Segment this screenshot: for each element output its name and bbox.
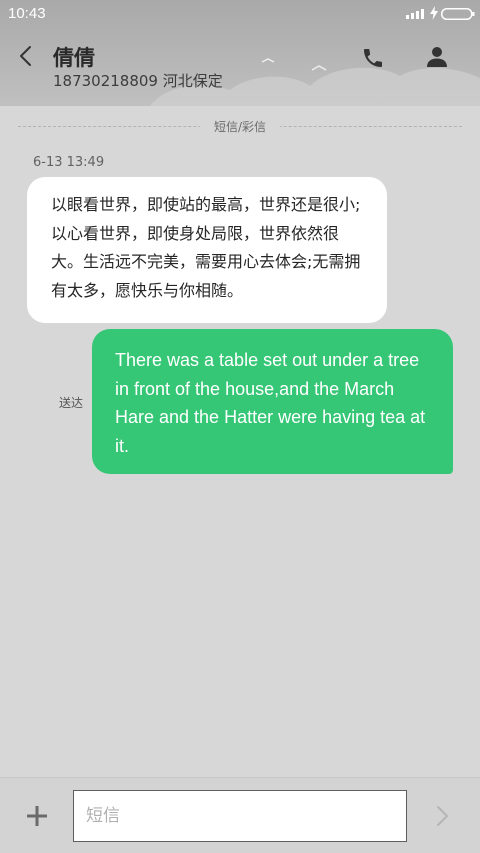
outgoing-message-bubble[interactable]: There was a table set out under a tree i… bbox=[92, 329, 453, 474]
add-icon[interactable] bbox=[26, 805, 48, 827]
message-type-label: 短信/彩信 bbox=[200, 118, 280, 135]
contact-number: 18730218809 河北保定 bbox=[53, 72, 223, 90]
phone-icon[interactable] bbox=[361, 46, 385, 70]
status-time: 10:43 bbox=[8, 5, 46, 22]
delivery-status: 送达 bbox=[59, 396, 84, 410]
person-icon[interactable] bbox=[426, 46, 448, 68]
incoming-message-bubble[interactable]: 以眼看世界，即使站的最高，世界还是很小;以心看世界，即使身处局限，世界依然很大。… bbox=[27, 177, 387, 323]
message-timestamp: 6-13 13:49 bbox=[33, 155, 105, 170]
composer-bar bbox=[0, 777, 480, 853]
battery-icon bbox=[441, 8, 475, 20]
status-bar: 10:43 bbox=[0, 0, 480, 28]
back-icon[interactable] bbox=[18, 45, 32, 67]
header: 10:43 倩倩 18730218809 河北保定 bbox=[0, 0, 480, 106]
signal-icon bbox=[406, 9, 424, 19]
send-icon[interactable] bbox=[436, 805, 450, 827]
charging-icon bbox=[430, 6, 438, 20]
contact-name: 倩倩 bbox=[53, 46, 95, 70]
message-input[interactable] bbox=[73, 790, 407, 842]
